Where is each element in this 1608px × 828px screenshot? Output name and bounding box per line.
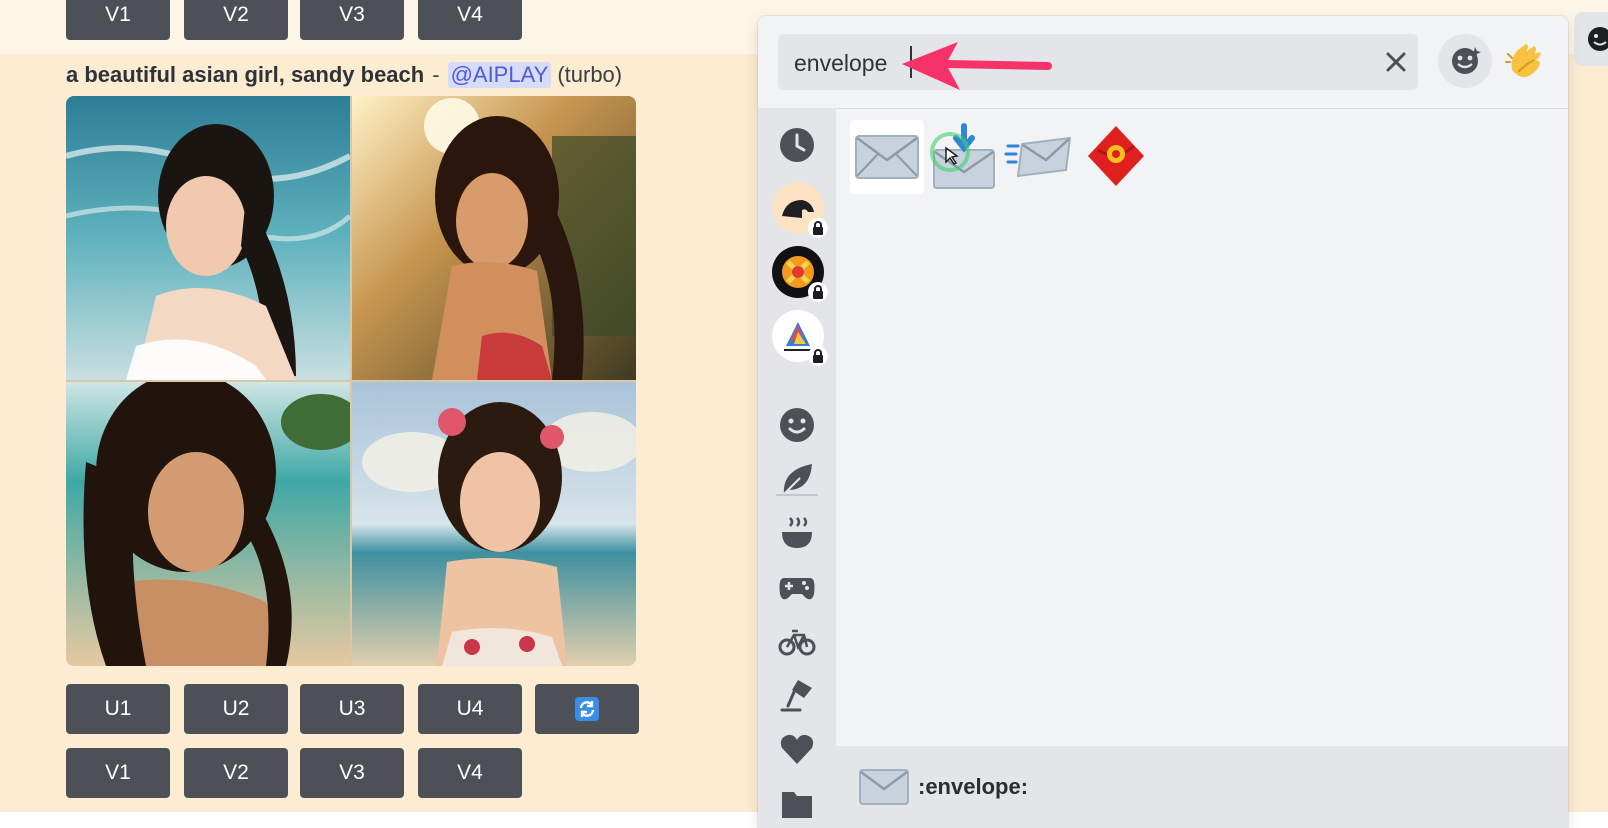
generated-image-grid[interactable] bbox=[66, 96, 636, 666]
variation-button-4-top[interactable]: V4 bbox=[418, 0, 522, 40]
travel-bicycle-icon bbox=[778, 629, 816, 656]
message-header: a beautiful asian girl, sandy beach - @A… bbox=[66, 60, 622, 90]
emoji-results bbox=[836, 108, 1568, 708]
smiley-icon bbox=[1588, 27, 1608, 51]
variation-button-1[interactable]: V1 bbox=[66, 748, 170, 798]
user-mention[interactable]: @AIPLAY bbox=[447, 62, 552, 88]
incoming-envelope-icon bbox=[1004, 136, 1072, 178]
variation-button-3[interactable]: V3 bbox=[300, 748, 404, 798]
category-symbols[interactable] bbox=[776, 728, 818, 770]
emoji-result-incoming-envelope[interactable] bbox=[1002, 120, 1076, 194]
category-flags[interactable] bbox=[776, 782, 818, 824]
symbols-heart-icon bbox=[780, 734, 814, 764]
nitro-emoji-button[interactable] bbox=[1438, 34, 1492, 88]
envelope-with-arrow-icon bbox=[930, 123, 995, 189]
emoji-preview-bar: :envelope: bbox=[836, 746, 1568, 828]
variation-button-3-top[interactable]: V3 bbox=[300, 0, 404, 40]
upscale-button-3[interactable]: U3 bbox=[300, 684, 404, 734]
variation-button-2-top[interactable]: V2 bbox=[184, 0, 288, 40]
nature-leaf-icon bbox=[783, 464, 812, 495]
lock-icon bbox=[808, 282, 828, 302]
image-tile-2[interactable] bbox=[352, 96, 636, 380]
image-tile-4[interactable] bbox=[352, 382, 636, 666]
lock-icon bbox=[808, 346, 828, 366]
envelope-icon bbox=[855, 135, 919, 179]
skin-tone-button[interactable] bbox=[1502, 38, 1550, 86]
lock-icon bbox=[808, 218, 828, 238]
activities-controller-icon bbox=[779, 578, 815, 600]
emoji-search-input[interactable] bbox=[792, 42, 1336, 84]
recent-clock-icon bbox=[780, 128, 814, 162]
image-tile-3[interactable] bbox=[66, 382, 350, 666]
category-people[interactable] bbox=[776, 404, 818, 446]
objects-lamp-icon bbox=[780, 680, 812, 712]
category-rail bbox=[758, 108, 836, 828]
prompt-text: a beautiful asian girl, sandy beach bbox=[66, 62, 425, 87]
picker-header bbox=[758, 16, 1568, 109]
clapping-hands-skin-tone-icon bbox=[1505, 44, 1541, 78]
upscale-button-1[interactable]: U1 bbox=[66, 684, 170, 734]
food-bowl-icon bbox=[782, 517, 812, 548]
category-activities[interactable] bbox=[776, 566, 818, 608]
category-food[interactable] bbox=[776, 512, 818, 554]
category-travel[interactable] bbox=[776, 620, 818, 662]
red-envelope-icon bbox=[1088, 126, 1144, 186]
envelope-icon bbox=[859, 769, 909, 805]
category-recent[interactable] bbox=[776, 124, 818, 166]
mode-label: (turbo) bbox=[557, 62, 623, 87]
category-objects[interactable] bbox=[776, 674, 818, 716]
emoji-toggle-button[interactable] bbox=[1574, 12, 1608, 66]
upscale-button-4[interactable]: U4 bbox=[418, 684, 522, 734]
annotation-arrow bbox=[902, 42, 1052, 90]
category-server-1[interactable] bbox=[772, 182, 828, 238]
image-tile-1[interactable] bbox=[66, 96, 350, 380]
emoji-result-red-envelope[interactable] bbox=[1078, 120, 1152, 194]
emoji-result-envelope-with-arrow[interactable] bbox=[926, 120, 1000, 194]
emoji-result-envelope[interactable] bbox=[850, 120, 924, 194]
separator: - bbox=[432, 62, 440, 87]
variation-button-4[interactable]: V4 bbox=[418, 748, 522, 798]
category-server-3[interactable] bbox=[772, 310, 828, 366]
emoji-picker: :envelope: bbox=[758, 16, 1568, 828]
flags-icon bbox=[782, 792, 812, 818]
refresh-icon bbox=[575, 697, 599, 721]
variation-button-2[interactable]: V2 bbox=[184, 748, 288, 798]
upscale-button-2[interactable]: U2 bbox=[184, 684, 288, 734]
people-smiley-icon bbox=[780, 408, 814, 442]
category-nature[interactable] bbox=[776, 458, 818, 500]
variation-button-1-top[interactable]: V1 bbox=[66, 0, 170, 40]
emoji-preview-name: :envelope: bbox=[918, 774, 1029, 799]
nitro-emoji-icon bbox=[1452, 47, 1481, 74]
category-server-2[interactable] bbox=[772, 246, 828, 302]
emoji-search-box[interactable] bbox=[778, 34, 1418, 90]
reroll-button[interactable] bbox=[535, 684, 639, 734]
close-icon[interactable] bbox=[1382, 48, 1410, 76]
